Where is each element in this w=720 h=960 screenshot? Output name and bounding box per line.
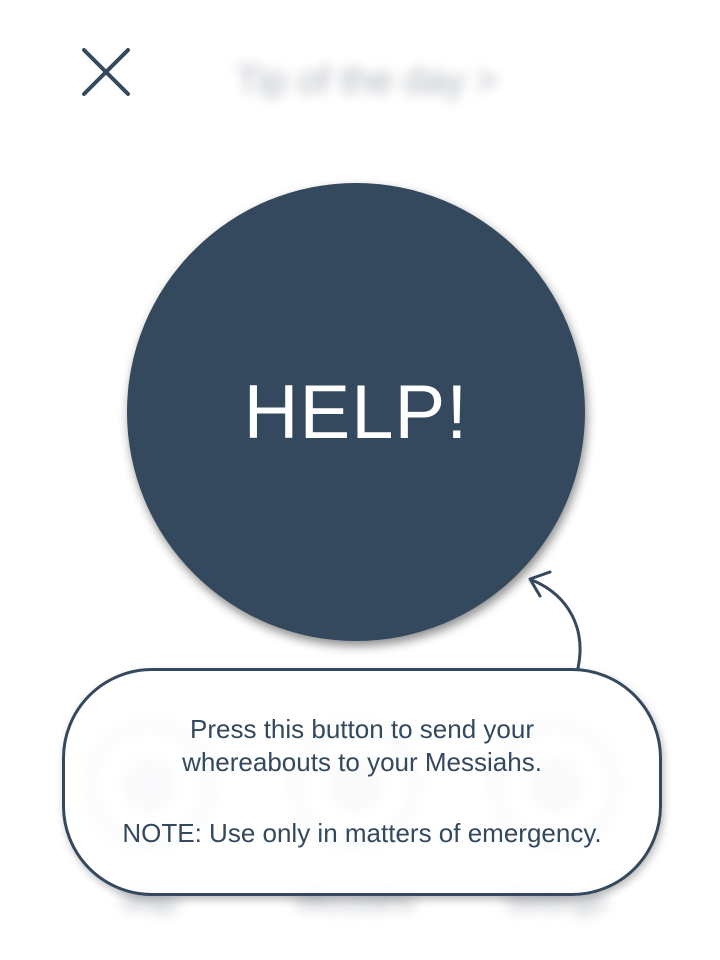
- help-tooltip: Press this button to send your whereabou…: [62, 668, 662, 896]
- help-button[interactable]: HELP!: [127, 183, 585, 641]
- close-icon: [82, 48, 130, 96]
- tooltip-line-2: whereabouts to your Messiahs.: [182, 747, 542, 777]
- help-button-label: HELP!: [243, 369, 469, 455]
- pointer-arrow-icon: [528, 570, 582, 670]
- tooltip-line-1: Press this button to send your: [190, 714, 534, 744]
- close-button[interactable]: [80, 46, 132, 98]
- help-screen: Tip of the day > Map Messiahs Settings H…: [0, 0, 720, 960]
- note-text: : Use only in matters of emergency.: [194, 818, 602, 848]
- tip-of-the-day-link[interactable]: Tip of the day >: [236, 60, 536, 116]
- tooltip-message: Press this button to send your whereabou…: [65, 713, 659, 779]
- note-label: NOTE: [122, 818, 195, 848]
- tooltip-note: NOTE: Use only in matters of emergency.: [65, 817, 659, 850]
